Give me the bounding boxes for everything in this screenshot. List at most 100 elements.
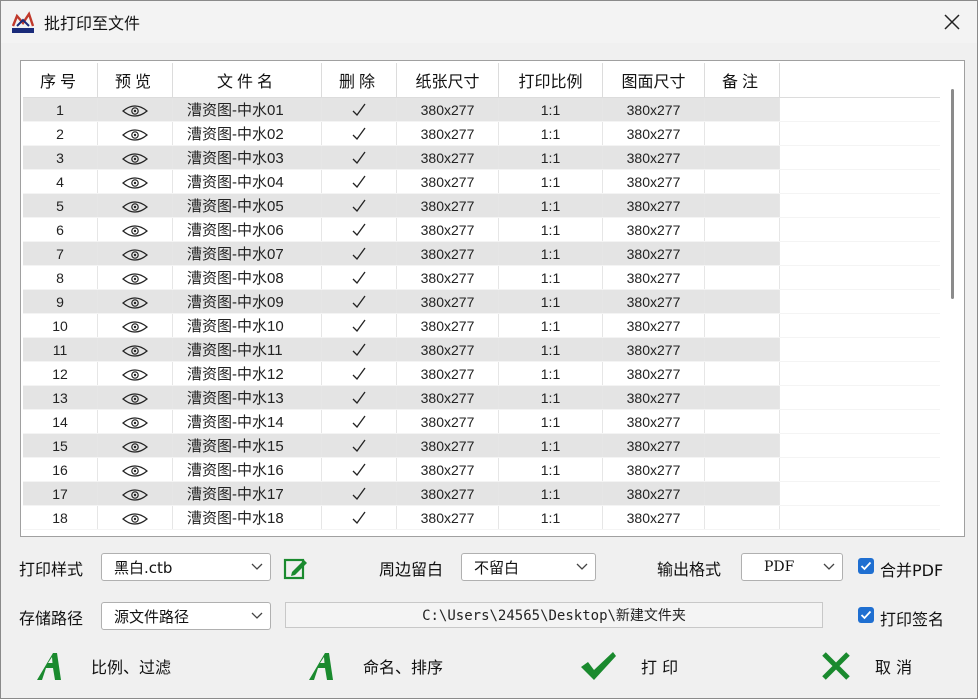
save-path-select[interactable]: 源文件路径 bbox=[101, 602, 271, 630]
preview-cell[interactable] bbox=[97, 97, 173, 122]
delete-cell[interactable] bbox=[321, 313, 397, 338]
note-cell[interactable] bbox=[704, 385, 780, 410]
delete-cell[interactable] bbox=[321, 361, 397, 386]
preview-cell[interactable] bbox=[97, 169, 173, 194]
merge-pdf-label[interactable]: 合并PDF bbox=[880, 557, 943, 581]
paper-size-cell[interactable]: 380x277 bbox=[396, 217, 499, 242]
eye-icon[interactable] bbox=[122, 390, 148, 406]
eye-icon[interactable] bbox=[122, 246, 148, 262]
print-scale-cell[interactable]: 1:1 bbox=[498, 97, 603, 122]
drawing-size-cell[interactable]: 380x277 bbox=[602, 361, 705, 386]
preview-cell[interactable] bbox=[97, 217, 173, 242]
delete-check-icon[interactable] bbox=[350, 269, 368, 285]
file-name-cell[interactable]: 漕资图-中水16 bbox=[172, 457, 322, 482]
file-name-cell[interactable]: 漕资图-中水05 bbox=[172, 193, 322, 218]
paper-size-cell[interactable]: 380x277 bbox=[396, 289, 499, 314]
print-scale-cell[interactable]: 1:1 bbox=[498, 361, 603, 386]
delete-cell[interactable] bbox=[321, 337, 397, 362]
delete-cell[interactable] bbox=[321, 121, 397, 146]
table-row[interactable]: 6 漕资图-中水06 380x277 1:1 380x277 bbox=[23, 217, 940, 242]
cancel-button[interactable]: 取 消 bbox=[821, 646, 912, 686]
output-format-select[interactable]: PDF bbox=[741, 553, 843, 581]
file-name-cell[interactable]: 漕资图-中水06 bbox=[172, 217, 322, 242]
drawing-size-cell[interactable]: 380x277 bbox=[602, 433, 705, 458]
drawing-size-cell[interactable]: 380x277 bbox=[602, 385, 705, 410]
file-name-cell[interactable]: 漕资图-中水04 bbox=[172, 169, 322, 194]
drawing-size-cell[interactable]: 380x277 bbox=[602, 505, 705, 530]
delete-check-icon[interactable] bbox=[350, 317, 368, 333]
name-sort-button[interactable]: 命名、排序 bbox=[307, 646, 443, 686]
print-button[interactable]: 打 印 bbox=[579, 646, 678, 686]
print-scale-cell[interactable]: 1:1 bbox=[498, 241, 603, 266]
paper-size-cell[interactable]: 380x277 bbox=[396, 337, 499, 362]
note-cell[interactable] bbox=[704, 97, 780, 122]
merge-pdf-checkbox[interactable] bbox=[858, 558, 874, 574]
delete-cell[interactable] bbox=[321, 193, 397, 218]
file-name-cell[interactable]: 漕资图-中水07 bbox=[172, 241, 322, 266]
header-delete[interactable]: 删除 bbox=[321, 63, 397, 98]
eye-icon[interactable] bbox=[122, 342, 148, 358]
delete-cell[interactable] bbox=[321, 217, 397, 242]
delete-check-icon[interactable] bbox=[350, 125, 368, 141]
edit-style-icon[interactable] bbox=[283, 556, 309, 582]
file-name-cell[interactable]: 漕资图-中水18 bbox=[172, 505, 322, 530]
table-row[interactable]: 15 漕资图-中水15 380x277 1:1 380x277 bbox=[23, 433, 940, 458]
delete-check-icon[interactable] bbox=[350, 437, 368, 453]
delete-cell[interactable] bbox=[321, 145, 397, 170]
eye-icon[interactable] bbox=[122, 174, 148, 190]
paper-size-cell[interactable]: 380x277 bbox=[396, 241, 499, 266]
file-name-cell[interactable]: 漕资图-中水02 bbox=[172, 121, 322, 146]
table-row[interactable]: 18 漕资图-中水18 380x277 1:1 380x277 bbox=[23, 505, 940, 530]
preview-cell[interactable] bbox=[97, 121, 173, 146]
header-index[interactable]: 序号 bbox=[23, 63, 98, 98]
header-print-scale[interactable]: 打印比例 bbox=[498, 63, 603, 98]
file-name-cell[interactable]: 漕资图-中水15 bbox=[172, 433, 322, 458]
scale-filter-button[interactable]: 比例、过滤 bbox=[35, 646, 171, 686]
file-table[interactable]: 序号 预览 文件名 删除 纸张尺寸 打印比例 图面尺寸 备注 1 漕资图-中水01… bbox=[20, 60, 965, 537]
print-style-select[interactable]: 黑白.ctb bbox=[101, 553, 271, 581]
table-row[interactable]: 16 漕资图-中水16 380x277 1:1 380x277 bbox=[23, 457, 940, 482]
preview-cell[interactable] bbox=[97, 433, 173, 458]
paper-size-cell[interactable]: 380x277 bbox=[396, 169, 499, 194]
print-scale-cell[interactable]: 1:1 bbox=[498, 313, 603, 338]
delete-cell[interactable] bbox=[321, 433, 397, 458]
delete-cell[interactable] bbox=[321, 505, 397, 530]
preview-cell[interactable] bbox=[97, 241, 173, 266]
print-scale-cell[interactable]: 1:1 bbox=[498, 385, 603, 410]
note-cell[interactable] bbox=[704, 433, 780, 458]
delete-check-icon[interactable] bbox=[350, 461, 368, 477]
eye-icon[interactable] bbox=[122, 198, 148, 214]
paper-size-cell[interactable]: 380x277 bbox=[396, 145, 499, 170]
eye-icon[interactable] bbox=[122, 150, 148, 166]
eye-icon[interactable] bbox=[122, 222, 148, 238]
drawing-size-cell[interactable]: 380x277 bbox=[602, 121, 705, 146]
drawing-size-cell[interactable]: 380x277 bbox=[602, 241, 705, 266]
file-name-cell[interactable]: 漕资图-中水10 bbox=[172, 313, 322, 338]
note-cell[interactable] bbox=[704, 217, 780, 242]
eye-icon[interactable] bbox=[122, 366, 148, 382]
delete-cell[interactable] bbox=[321, 97, 397, 122]
drawing-size-cell[interactable]: 380x277 bbox=[602, 409, 705, 434]
note-cell[interactable] bbox=[704, 337, 780, 362]
drawing-size-cell[interactable]: 380x277 bbox=[602, 169, 705, 194]
preview-cell[interactable] bbox=[97, 457, 173, 482]
eye-icon[interactable] bbox=[122, 126, 148, 142]
paper-size-cell[interactable]: 380x277 bbox=[396, 121, 499, 146]
drawing-size-cell[interactable]: 380x277 bbox=[602, 337, 705, 362]
drawing-size-cell[interactable]: 380x277 bbox=[602, 481, 705, 506]
delete-check-icon[interactable] bbox=[350, 221, 368, 237]
header-paper-size[interactable]: 纸张尺寸 bbox=[396, 63, 499, 98]
print-scale-cell[interactable]: 1:1 bbox=[498, 145, 603, 170]
header-note[interactable]: 备注 bbox=[704, 63, 780, 98]
table-row[interactable]: 17 漕资图-中水17 380x277 1:1 380x277 bbox=[23, 481, 940, 506]
margin-select[interactable]: 不留白 bbox=[461, 553, 596, 581]
file-name-cell[interactable]: 漕资图-中水09 bbox=[172, 289, 322, 314]
drawing-size-cell[interactable]: 380x277 bbox=[602, 145, 705, 170]
table-row[interactable]: 7 漕资图-中水07 380x277 1:1 380x277 bbox=[23, 241, 940, 266]
paper-size-cell[interactable]: 380x277 bbox=[396, 409, 499, 434]
note-cell[interactable] bbox=[704, 289, 780, 314]
note-cell[interactable] bbox=[704, 121, 780, 146]
paper-size-cell[interactable]: 380x277 bbox=[396, 433, 499, 458]
file-name-cell[interactable]: 漕资图-中水13 bbox=[172, 385, 322, 410]
file-name-cell[interactable]: 漕资图-中水14 bbox=[172, 409, 322, 434]
